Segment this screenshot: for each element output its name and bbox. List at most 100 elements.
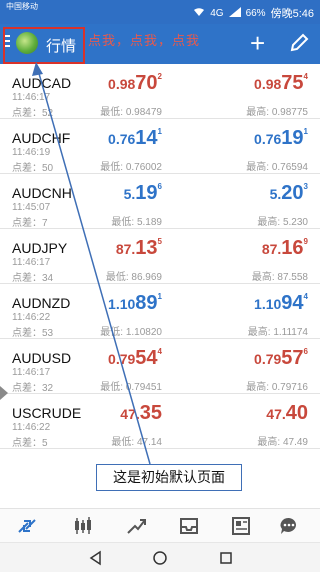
- quote-row[interactable]: AUDCNH 11:45:07 点差：7 5.196 5.203 最低: 5.189 最高:…: [0, 174, 320, 229]
- spread-number: 7: [42, 218, 48, 229]
- symbol-label: AUDCAD: [12, 75, 72, 91]
- ask-price[interactable]: 1.10944: [254, 292, 308, 315]
- spread-value: 点差：5: [12, 434, 48, 449]
- ask-fraction: 6: [303, 347, 308, 356]
- low-price: 最低: 0.79451: [100, 378, 162, 393]
- quote-row[interactable]: AUDCAD 11:46:17 点差：52 0.98702 0.98754 最低: 0.9…: [0, 64, 320, 119]
- quote-row[interactable]: AUDCHF 11:46:19 点差：50 0.76141 0.76191 最低: 0.7…: [0, 119, 320, 174]
- spread-number: 52: [42, 108, 54, 119]
- quotes-icon[interactable]: [16, 515, 38, 537]
- ask-fraction: 1: [303, 127, 308, 136]
- low-label: 最低:: [100, 162, 124, 173]
- spread-number: 53: [42, 328, 54, 339]
- high-value: 47.49: [282, 437, 308, 448]
- low-price: 最低: 47.14: [111, 433, 162, 448]
- bid-price[interactable]: 47.35: [120, 402, 162, 425]
- bid-price[interactable]: 1.10891: [108, 292, 162, 315]
- status-indicators: 4G 66% 傍晚5:46: [193, 5, 314, 21]
- low-price: 最低: 5.189: [111, 213, 162, 228]
- bid-fraction: 6: [157, 182, 162, 191]
- high-label: 最高:: [246, 162, 270, 173]
- low-price: 最低: 0.76002: [100, 158, 162, 173]
- ask-price[interactable]: 0.79576: [254, 347, 308, 370]
- low-label: 最低:: [100, 327, 124, 338]
- symbol-label: AUDCHF: [12, 130, 71, 146]
- chat-icon[interactable]: [278, 515, 300, 537]
- ask-price[interactable]: 47.40: [266, 402, 308, 425]
- inbox-icon[interactable]: [178, 515, 200, 537]
- bottom-navigation: [0, 508, 320, 542]
- bid-price[interactable]: 0.79544: [108, 347, 162, 370]
- high-label: 最高:: [251, 272, 275, 283]
- high-value: 0.79716: [271, 382, 308, 393]
- high-price: 最高: 0.76594: [246, 158, 308, 173]
- bid-price[interactable]: 0.76141: [108, 127, 162, 150]
- ask-lead: 1.10: [254, 296, 282, 312]
- spread-label: 点差：: [12, 328, 42, 339]
- high-value: 0.98775: [271, 107, 308, 118]
- edit-pencil-icon[interactable]: [288, 32, 310, 54]
- high-label: 最高:: [247, 327, 271, 338]
- ask-price[interactable]: 0.76191: [254, 127, 308, 150]
- quote-row[interactable]: AUDNZD 11:46:22 点差：53 1.10891 1.10944 最低: 1.1…: [0, 284, 320, 339]
- low-label: 最低:: [111, 437, 135, 448]
- low-value: 5.189: [136, 217, 162, 228]
- high-label: 最高:: [257, 217, 281, 228]
- ask-price[interactable]: 5.203: [270, 182, 308, 205]
- ask-price[interactable]: 0.98754: [254, 72, 308, 95]
- quote-row[interactable]: AUDUSD 11:46:17 点差：32 0.79544 0.79576 最低: 0.7…: [0, 339, 320, 394]
- ask-lead: 5.: [269, 186, 282, 202]
- spread-value: 点差：34: [12, 269, 53, 284]
- ask-price[interactable]: 87.169: [262, 237, 308, 260]
- bid-fraction: 1: [157, 127, 162, 136]
- bid-fraction: 4: [157, 347, 162, 356]
- bid-pips: 35: [139, 402, 162, 424]
- low-value: 47.14: [136, 437, 162, 448]
- ask-pips: 57: [281, 347, 304, 369]
- quote-row[interactable]: AUDJPY 11:46:17 点差：34 87.135 87.169 最低: 86.96…: [0, 229, 320, 284]
- ask-fraction: 9: [303, 237, 308, 246]
- spread-value: 点差：53: [12, 324, 53, 339]
- bid-pips: 14: [135, 127, 158, 149]
- spread-label: 点差：: [12, 383, 42, 394]
- spread-label: 点差：: [12, 108, 42, 119]
- system-navigation: [0, 542, 320, 572]
- high-label: 最高:: [246, 107, 270, 118]
- overlay-annotation-text: 点我，点我，点我: [88, 33, 201, 48]
- bid-price[interactable]: 87.135: [116, 237, 162, 260]
- quote-time: 11:46:17: [12, 257, 51, 268]
- news-icon[interactable]: [230, 515, 252, 537]
- ask-lead: 0.76: [254, 131, 282, 147]
- ask-pips: 19: [281, 127, 304, 149]
- recents-icon[interactable]: [218, 550, 234, 571]
- high-price: 最高: 47.49: [257, 433, 308, 448]
- quote-row[interactable]: USCRUDE 11:46:22 点差：5 47.35 47.40 最低: 47.14 最高…: [0, 394, 320, 449]
- bid-lead: 0.79: [108, 351, 136, 367]
- spread-label: 点差：: [12, 163, 42, 174]
- bid-fraction: 5: [157, 237, 162, 246]
- high-value: 0.76594: [271, 162, 308, 173]
- add-symbol-button[interactable]: +: [250, 30, 265, 56]
- network-type-label: 4G: [210, 7, 224, 19]
- bid-pips: 54: [135, 347, 158, 369]
- symbol-label: AUDNZD: [12, 295, 71, 311]
- bid-price[interactable]: 0.98702: [108, 72, 162, 95]
- ask-pips: 94: [281, 292, 304, 314]
- spread-label: 点差：: [12, 438, 42, 449]
- quote-time: 11:46:22: [12, 422, 51, 433]
- quote-time: 11:46:17: [12, 367, 51, 378]
- wifi-icon: [193, 7, 205, 20]
- bid-lead: 87.: [115, 241, 136, 257]
- chart-candles-icon[interactable]: [72, 515, 94, 537]
- bid-price[interactable]: 5.196: [124, 182, 162, 205]
- high-value: 1.11174: [273, 327, 308, 338]
- spread-number: 32: [42, 383, 54, 394]
- quote-time: 11:45:07: [12, 202, 51, 213]
- trade-trend-icon[interactable]: [126, 515, 148, 537]
- home-icon[interactable]: [152, 550, 168, 571]
- ask-lead: 0.79: [254, 351, 282, 367]
- spread-number: 34: [42, 273, 54, 284]
- back-icon[interactable]: [88, 550, 104, 571]
- bid-pips: 70: [135, 72, 158, 94]
- low-price: 最低: 86.969: [106, 268, 162, 283]
